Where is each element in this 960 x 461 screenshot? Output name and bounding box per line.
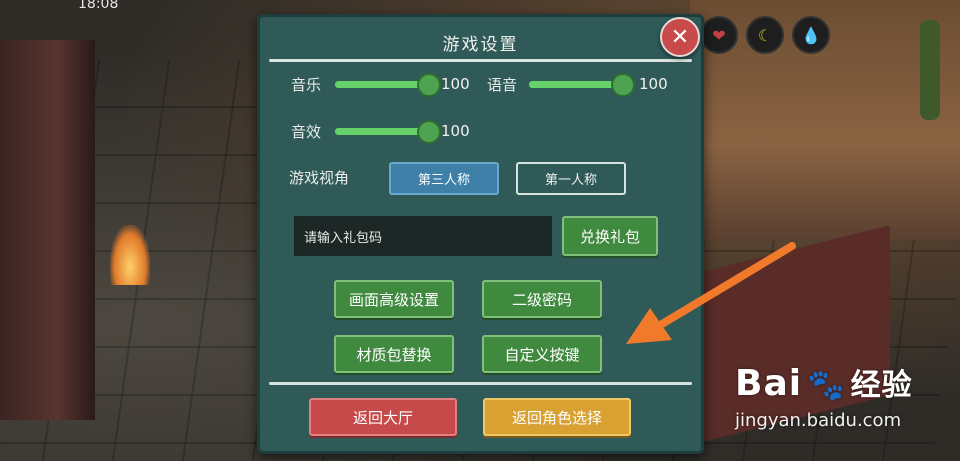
bookshelf	[0, 40, 95, 420]
settings-title: 游戏设置	[442, 35, 519, 55]
music-slider-fill	[335, 81, 427, 88]
stamina-icon: ☾	[746, 16, 784, 54]
watermark-brand-suffix: 经验	[850, 368, 913, 403]
voice-slider[interactable]	[529, 73, 635, 97]
watermark-brand: Bai	[735, 363, 803, 404]
music-slider-thumb[interactable]	[417, 73, 441, 97]
heart-icon: ❤	[700, 16, 738, 54]
water-drop-icon: 💧	[792, 16, 830, 54]
sfx-label: 音效	[291, 123, 322, 141]
status-time: 18:08	[78, 0, 119, 12]
sfx-slider-thumb[interactable]	[417, 120, 441, 144]
voice-slider-thumb[interactable]	[611, 73, 635, 97]
title-divider	[269, 59, 692, 62]
voice-value: 100	[639, 75, 668, 93]
settings-panel: 游戏设置 音乐 100 语音 100 音效 100 游戏视角 第三人称 第一人称…	[257, 14, 704, 454]
cactus	[920, 20, 940, 120]
music-label: 音乐	[291, 76, 322, 94]
voice-label: 语音	[487, 76, 518, 94]
bottom-divider	[269, 382, 692, 385]
texture-pack-button[interactable]: 材质包替换	[334, 335, 454, 373]
paw-logo-icon: 🐾	[807, 368, 846, 403]
watermark-url: jingyan.baidu.com	[735, 410, 902, 431]
hud-status-icons: ❤ ☾ 💧	[700, 16, 830, 54]
sfx-slider[interactable]	[335, 120, 441, 144]
graphics-settings-button[interactable]: 画面高级设置	[334, 280, 454, 318]
pointer-arrow-icon	[626, 242, 796, 344]
campfire	[110, 225, 150, 285]
sfx-value: 100	[441, 122, 470, 140]
baidu-watermark: Bai 🐾 经验 jingyan.baidu.com	[735, 360, 913, 431]
third-person-option[interactable]: 第三人称	[389, 162, 499, 195]
custom-keys-button[interactable]: 自定义按键	[482, 335, 602, 373]
first-person-option[interactable]: 第一人称	[516, 162, 626, 195]
secondary-password-button[interactable]: 二级密码	[482, 280, 602, 318]
sfx-slider-fill	[335, 128, 427, 135]
music-value: 100	[441, 75, 470, 93]
close-icon: ✕	[670, 24, 690, 50]
view-label: 游戏视角	[289, 169, 350, 187]
back-to-lobby-button[interactable]: 返回大厅	[309, 398, 457, 436]
back-to-character-select-button[interactable]: 返回角色选择	[483, 398, 631, 436]
close-settings-button[interactable]: ✕	[660, 17, 700, 57]
music-slider[interactable]	[335, 73, 441, 97]
gift-code-input[interactable]: 请输入礼包码	[294, 216, 552, 256]
voice-slider-fill	[529, 81, 621, 88]
